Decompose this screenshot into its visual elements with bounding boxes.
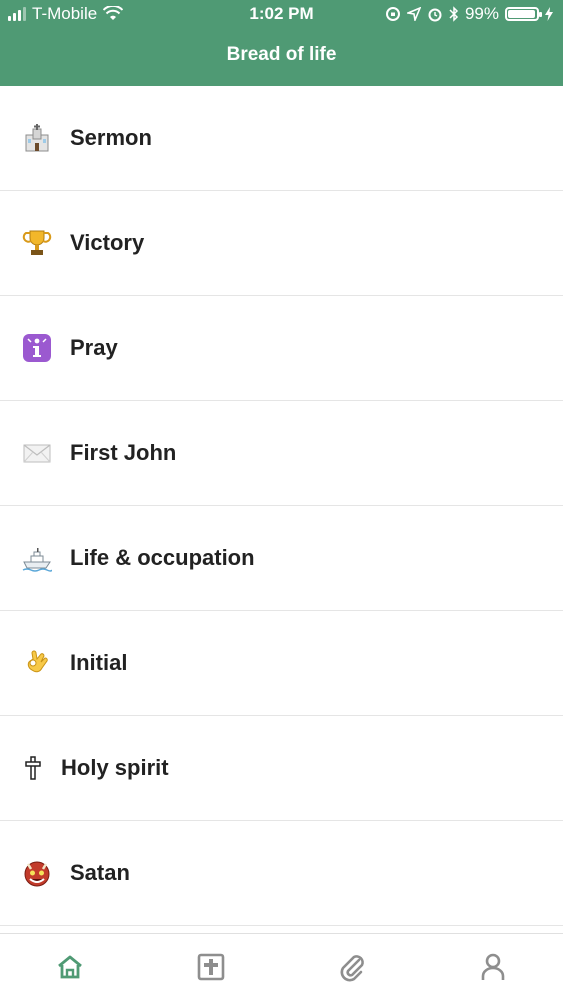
list-item[interactable]: Victory (0, 191, 563, 296)
home-icon (58, 955, 83, 979)
list-item[interactable]: Satan (0, 821, 563, 926)
cross-icon (22, 751, 44, 785)
tab-attachments[interactable] (282, 934, 423, 1000)
list-item[interactable]: Holy spirit (0, 716, 563, 821)
ship-icon (20, 541, 54, 575)
list-item-label: Victory (70, 230, 145, 255)
topic-list: Sermon Victory Pray First John Life & oc… (0, 86, 563, 926)
ok-hand-icon (20, 646, 54, 680)
church-icon (20, 121, 54, 155)
list-item-label: Sermon (70, 125, 152, 150)
list-item[interactable]: Life & occupation (0, 506, 563, 611)
location-icon (406, 7, 421, 21)
bottom-tab-bar (0, 933, 563, 1000)
list-item-label: Holy spirit (61, 755, 169, 780)
tab-profile[interactable] (422, 934, 563, 1000)
alarm-icon (428, 8, 442, 22)
app-screen: T-Mobile 1:02 PM 99% Bread of life Sermo… (0, 0, 563, 1000)
list-item-label: First John (70, 440, 177, 465)
list-item-label: Initial (70, 650, 128, 675)
list-item-label: Satan (70, 860, 130, 885)
list-item-label: Life & occupation (70, 545, 255, 570)
top-header: T-Mobile 1:02 PM 99% Bread of life (0, 0, 563, 86)
status-right: 99% (385, 4, 553, 24)
information-icon (20, 331, 54, 365)
tab-bible[interactable] (141, 934, 282, 1000)
charging-icon (545, 7, 553, 21)
rotation-lock-icon (385, 7, 400, 21)
paperclip-icon (340, 955, 364, 982)
bible-icon (197, 953, 225, 981)
battery-icon (505, 7, 542, 21)
list-item[interactable]: Initial (0, 611, 563, 716)
list-item[interactable]: First John (0, 401, 563, 506)
bluetooth-icon (449, 6, 459, 22)
tab-home[interactable] (0, 934, 141, 1000)
trophy-icon (20, 226, 54, 260)
battery-percent: 99% (464, 4, 499, 23)
status-bar: T-Mobile 1:02 PM 99% (0, 0, 563, 30)
profile-icon (481, 953, 504, 980)
page-title: Bread of life (226, 44, 337, 65)
list-item[interactable]: Pray (0, 296, 563, 401)
list-item-label: Pray (70, 335, 118, 360)
envelope-icon (20, 436, 54, 470)
demon-mask-icon (20, 856, 54, 890)
list-item[interactable]: Sermon (0, 86, 563, 191)
